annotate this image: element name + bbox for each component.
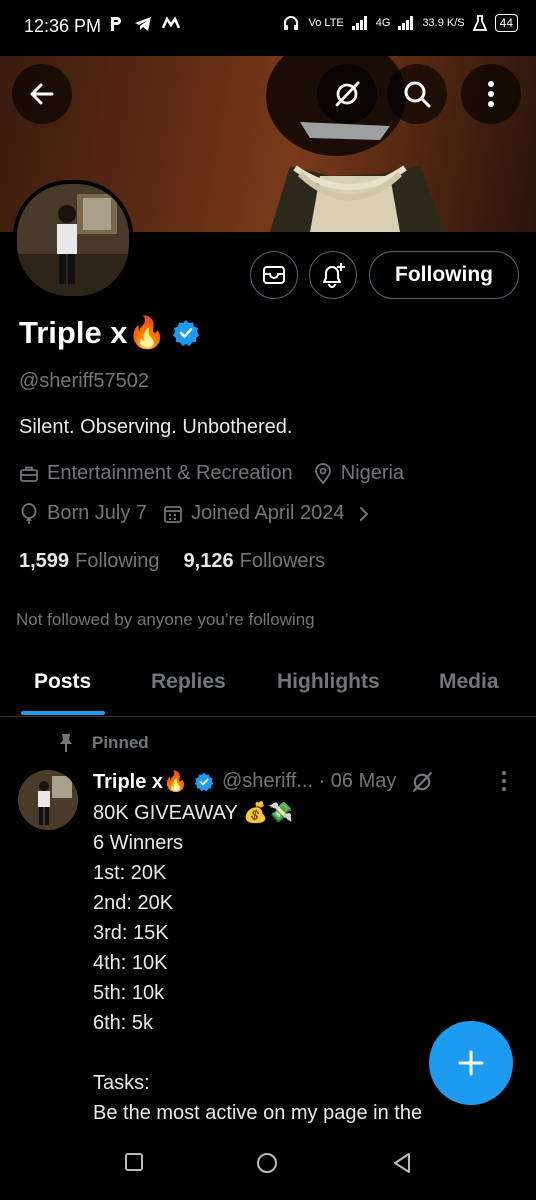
- profile-avatar[interactable]: [13, 180, 133, 300]
- profile-name-row: Triple x🔥: [19, 314, 200, 351]
- notification-icons: [108, 15, 182, 33]
- speed-label: 33.9 K/S: [422, 17, 465, 29]
- profile-birthday: Born July 7: [47, 502, 148, 524]
- following-count-link[interactable]: 1,599 Following: [19, 550, 160, 573]
- status-bar: 12:36 PM Vo LTE 4G 33.9 K/S 44: [0, 0, 536, 56]
- flask-icon: [472, 15, 487, 31]
- pin-icon: [60, 734, 72, 752]
- telegram-icon: [135, 17, 151, 31]
- volte-label: Vo LTE: [308, 17, 344, 29]
- square-icon: [125, 1153, 143, 1171]
- profile-category: Entertainment & Recreation: [47, 462, 293, 484]
- search-icon: [404, 81, 431, 108]
- plus-icon: [458, 1050, 484, 1076]
- tab-media[interactable]: Media: [439, 670, 499, 694]
- more-vertical-icon: [488, 81, 494, 107]
- avatar-photo: [17, 184, 129, 296]
- profile-bio: Silent. Observing. Unbothered.: [19, 416, 293, 438]
- system-nav-bar: [0, 1130, 536, 1200]
- network-type-label: 4G: [375, 17, 391, 29]
- notifications-button[interactable]: [309, 251, 357, 299]
- following-button[interactable]: Following: [369, 251, 519, 299]
- profile-meta-row-2[interactable]: Born July 7 Joined April 2024: [19, 502, 377, 525]
- back-button[interactable]: [12, 64, 72, 124]
- briefcase-icon: [19, 464, 39, 484]
- post-header: Triple x🔥 @sheriff... · 06 May: [93, 769, 434, 794]
- bell-plus-icon: [323, 263, 345, 288]
- compose-button[interactable]: [429, 1021, 513, 1105]
- tab-highlights[interactable]: Highlights: [277, 670, 380, 694]
- back-nav-button[interactable]: [392, 1152, 412, 1179]
- tab-replies[interactable]: Replies: [151, 670, 226, 694]
- not-followed-notice: Not followed by anyone you’re following: [16, 610, 315, 629]
- following-count: 1,599: [19, 550, 70, 572]
- profile-joined: Joined April 2024: [191, 502, 345, 524]
- calendar-icon: [163, 504, 183, 524]
- followers-count-link[interactable]: 9,126 Followers: [184, 550, 326, 573]
- more-vertical-icon: [502, 771, 506, 791]
- post-avatar-photo: [18, 770, 78, 830]
- status-time: 12:36 PM: [24, 16, 102, 36]
- profile-tabs: Posts Replies Highlights Media: [0, 660, 536, 717]
- more-button[interactable]: [461, 64, 521, 124]
- post-avatar[interactable]: [18, 770, 78, 830]
- verified-badge-icon: [194, 772, 214, 791]
- post-handle-date: @sheriff... · 06 May: [221, 770, 397, 792]
- balloon-icon: [19, 502, 39, 525]
- post-more-button[interactable]: [500, 770, 508, 797]
- active-tab-indicator: [21, 711, 105, 715]
- profile-handle: @sheriff57502: [19, 370, 150, 392]
- recents-button[interactable]: [124, 1152, 144, 1177]
- following-label: Following: [75, 550, 160, 572]
- arrow-left-icon: [30, 83, 54, 105]
- profile-name: Triple x🔥: [19, 315, 167, 350]
- followers-count: 9,126: [183, 550, 234, 572]
- battery-indicator: 44: [494, 14, 518, 32]
- follow-counts: 1,599 Following 9,126 Followers: [19, 550, 325, 573]
- post-author-name[interactable]: Triple x🔥: [93, 769, 188, 794]
- followers-label: Followers: [239, 550, 326, 572]
- search-button[interactable]: [387, 64, 447, 124]
- profile-meta-row-1: Entertainment & Recreation Nigeria: [19, 462, 404, 485]
- verified-badge-icon[interactable]: [172, 319, 200, 347]
- signal-icon: [351, 16, 367, 30]
- chevron-right-icon: [359, 506, 369, 522]
- profile-location: Nigeria: [340, 462, 405, 484]
- headphones-icon: [284, 16, 299, 30]
- p-app-icon: [111, 17, 121, 31]
- triangle-back-icon: [394, 1153, 410, 1173]
- grok-button[interactable]: [317, 64, 377, 124]
- sport-app-icon: [162, 16, 181, 29]
- message-button[interactable]: [250, 251, 298, 299]
- pinned-label: Pinned: [92, 733, 149, 752]
- home-button[interactable]: [256, 1152, 278, 1179]
- slash-circle-icon: [335, 81, 360, 107]
- pinned-indicator: Pinned: [56, 732, 149, 754]
- signal-icon-2: [398, 16, 414, 30]
- location-pin-icon: [313, 462, 333, 485]
- slash-circle-icon[interactable]: [410, 770, 434, 794]
- envelope-icon: [263, 266, 285, 284]
- status-icons: Vo LTE 4G 33.9 K/S 44: [282, 14, 518, 32]
- circle-icon: [257, 1153, 277, 1173]
- tab-posts[interactable]: Posts: [34, 670, 91, 694]
